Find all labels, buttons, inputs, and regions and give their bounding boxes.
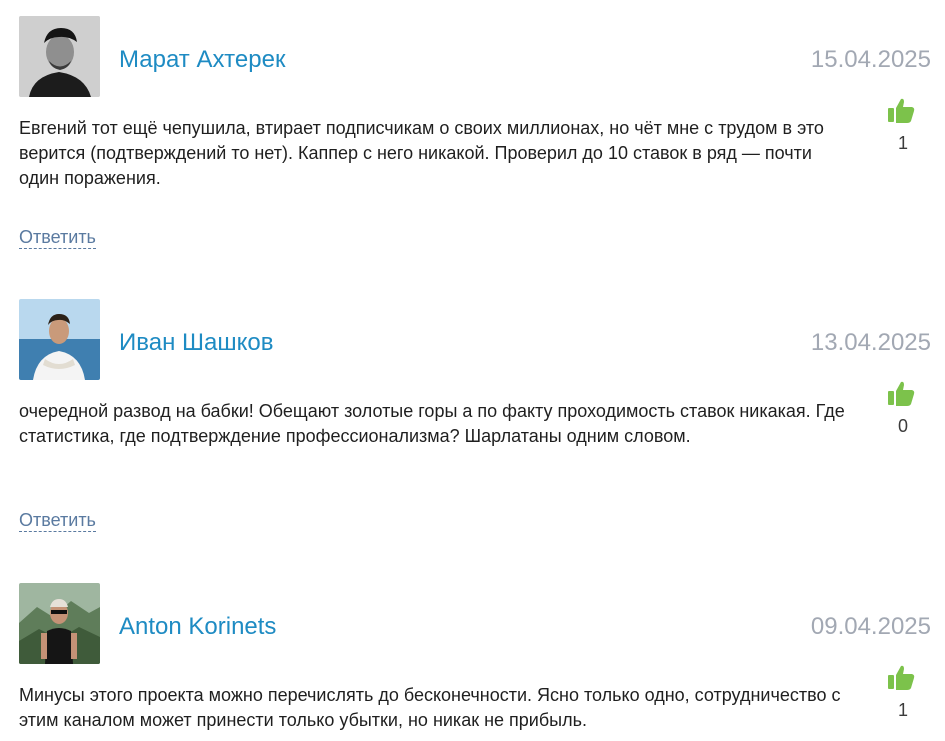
thumbs-up-icon[interactable] xyxy=(887,379,915,407)
avatar[interactable] xyxy=(19,583,100,664)
avatar-image xyxy=(19,583,100,664)
thumbs-up-icon[interactable] xyxy=(887,96,915,124)
reply-link[interactable]: Ответить xyxy=(19,510,96,532)
comment-text: очередной развод на бабки! Обещают золот… xyxy=(19,401,845,446)
avatar[interactable] xyxy=(19,299,100,380)
avatar-image xyxy=(19,16,100,97)
thumbs-up-icon[interactable] xyxy=(887,663,915,691)
comment-text: Евгений тот ещё чепушила, втирает подпис… xyxy=(19,118,824,188)
author-name[interactable]: Марат Ахтерек xyxy=(119,46,285,74)
avatar-image xyxy=(19,299,100,380)
likes-count: 0 xyxy=(897,416,908,436)
comment-date: 13.04.2025 xyxy=(810,329,931,356)
avatar[interactable] xyxy=(19,16,100,97)
reply-link[interactable]: Ответить xyxy=(19,227,96,249)
comment-date: 09.04.2025 xyxy=(810,613,931,640)
likes-count: 1 xyxy=(897,700,908,720)
comment-date: 15.04.2025 xyxy=(810,46,931,73)
likes-count: 1 xyxy=(897,133,908,153)
comment-text: Минусы этого проекта можно перечислять д… xyxy=(19,685,841,730)
author-name[interactable]: Anton Korinets xyxy=(119,613,276,641)
author-name[interactable]: Иван Шашков xyxy=(119,329,273,357)
